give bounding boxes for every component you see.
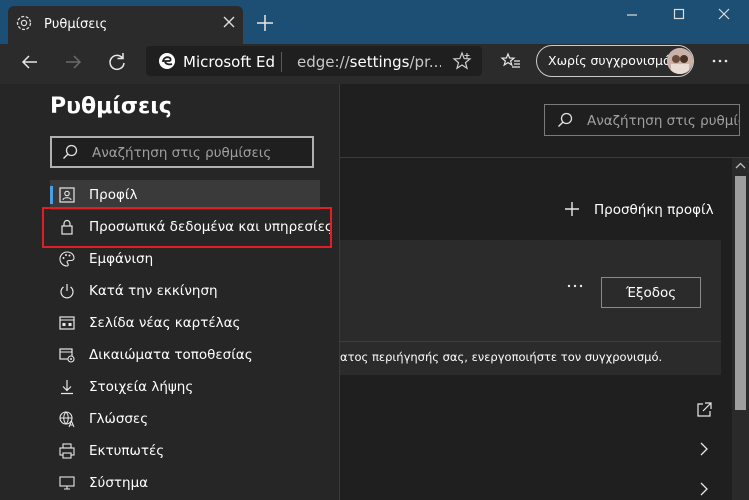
printer-icon <box>58 442 76 460</box>
sidebar-item-label: Γλώσσες <box>89 411 149 427</box>
add-favorite-star-icon[interactable] <box>451 50 473 72</box>
window-close-button[interactable] <box>708 4 740 26</box>
power-icon <box>58 282 76 300</box>
search-icon <box>555 110 575 130</box>
gear-icon <box>14 13 34 33</box>
search-icon <box>60 142 80 162</box>
palette-icon <box>58 250 76 268</box>
download-icon <box>58 378 76 396</box>
card-divider <box>340 341 721 342</box>
sync-status-label: Χωρίς συγχρονισμό <box>548 53 671 68</box>
sidebar-item-printers[interactable]: Εκτυπωτές <box>50 436 320 466</box>
sidebar-item-label: Στοιχεία λήψης <box>89 379 194 395</box>
new-tab-button[interactable] <box>252 10 278 36</box>
favorites-icon[interactable] <box>500 50 522 72</box>
sidebar-item-system[interactable]: Σύστημα <box>50 468 320 498</box>
new-tab-page-icon <box>58 314 76 332</box>
chevron-right-icon[interactable] <box>696 480 712 498</box>
scroll-thumb[interactable] <box>735 176 746 410</box>
selected-indicator <box>50 186 53 204</box>
site-permissions-icon <box>58 346 76 364</box>
add-profile-button[interactable]: Προσθήκη προφίλ <box>594 202 714 218</box>
url-bold: settings <box>349 53 410 71</box>
sidebar-item-label: Προφίλ <box>89 187 138 203</box>
edge-logo-icon <box>158 52 176 70</box>
sidebar-item-on-startup[interactable]: Κατά την εκκίνηση <box>50 276 320 306</box>
sidebar-item-label: Εκτυπωτές <box>89 443 165 459</box>
minimize-button[interactable] <box>618 4 646 26</box>
forward-arrow-icon[interactable] <box>58 48 88 76</box>
address-divider <box>281 52 282 72</box>
page-title: Ρυθμίσεις <box>50 94 172 119</box>
scroll-up-arrow-icon[interactable] <box>734 160 747 172</box>
sidebar-item-appearance[interactable]: Εμφάνιση <box>50 244 320 274</box>
more-options-icon[interactable] <box>706 48 734 74</box>
url-prefix: edge:// <box>297 53 350 71</box>
maximize-button[interactable] <box>665 4 693 26</box>
avatar[interactable] <box>667 48 693 74</box>
refresh-icon[interactable] <box>102 48 132 76</box>
languages-icon <box>58 410 76 428</box>
sidebar-item-site-permissions[interactable]: Δικαιώματα τοποθεσίας <box>50 340 320 370</box>
sidebar-item-languages[interactable]: Γλώσσες <box>50 404 320 434</box>
sign-out-label: Έξοδος <box>625 285 677 301</box>
chevron-right-icon[interactable] <box>696 440 712 458</box>
highlight-box <box>42 207 332 248</box>
sidebar-item-label: Σύστημα <box>89 475 149 491</box>
plus-icon[interactable] <box>562 199 582 219</box>
url-text[interactable]: edge://settings/pr... <box>297 53 441 71</box>
more-options-icon[interactable] <box>564 276 586 296</box>
sidebar-item-new-tab-page[interactable]: Σελίδα νέας καρτέλας <box>50 308 320 338</box>
url-rest: /pr... <box>409 53 442 71</box>
sidebar-item-profiles[interactable]: Προφίλ <box>50 180 320 210</box>
sidebar-item-label: Δικαιώματα τοποθεσίας <box>89 347 253 363</box>
profile-icon <box>58 186 76 204</box>
sidebar-item-label: Σελίδα νέας καρτέλας <box>89 315 241 331</box>
external-link-icon[interactable] <box>694 400 714 420</box>
main-search-placeholder: Αναζήτηση στις ρυθμίσει <box>587 113 739 129</box>
sync-hint-text: ατος περιήγησής σας, ενεργοποιήστε τον σ… <box>340 350 663 364</box>
site-identity: Microsoft Ed <box>183 53 276 71</box>
search-settings-placeholder: Αναζήτηση στις ρυθμίσεις <box>92 145 272 161</box>
tab-title: Ρυθμίσεις <box>44 17 108 32</box>
back-arrow-icon[interactable] <box>15 48 45 76</box>
close-tab-icon[interactable] <box>220 13 238 31</box>
sidebar-item-label: Κατά την εκκίνηση <box>89 283 218 299</box>
sidebar-item-label: Εμφάνιση <box>89 251 154 267</box>
sidebar-item-downloads[interactable]: Στοιχεία λήψης <box>50 372 320 402</box>
system-icon <box>58 474 76 492</box>
